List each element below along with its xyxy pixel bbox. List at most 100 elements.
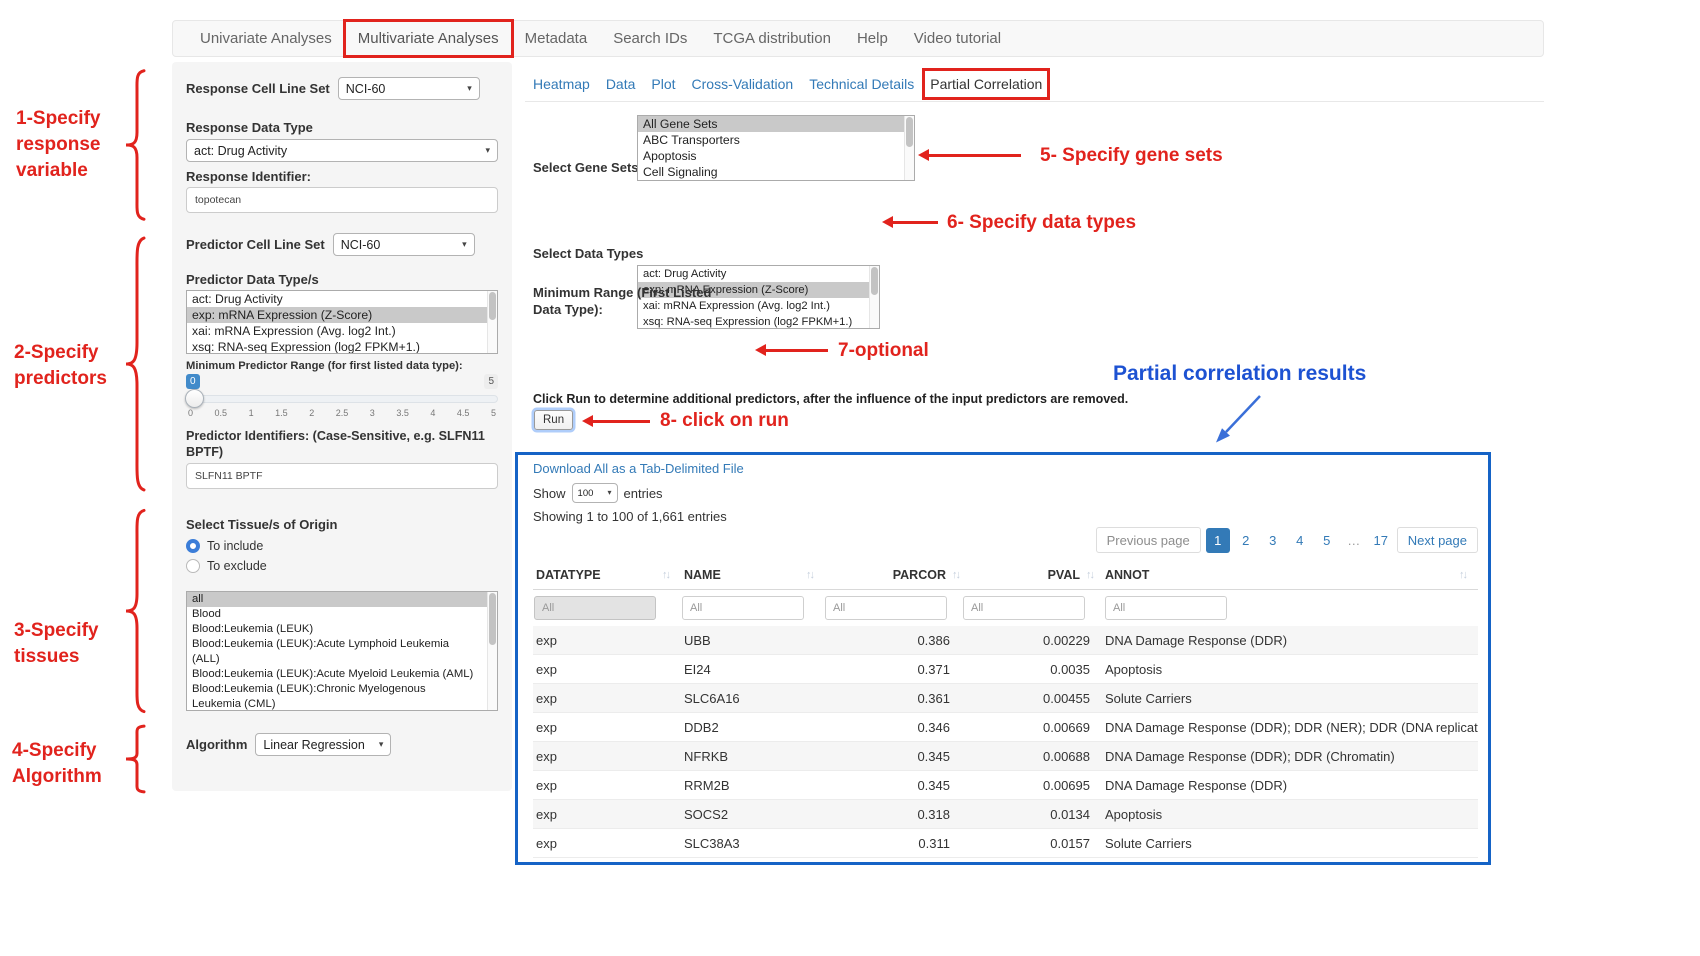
cell-pval: 0.00669	[963, 720, 1097, 735]
radio-unchecked-icon[interactable]	[186, 559, 200, 573]
nav-search-ids[interactable]: Search IDs	[600, 21, 700, 56]
pagination: Previous page 1 2 3 4 5 … 17 Next page	[1096, 527, 1478, 553]
column-header-datatype[interactable]: DATATYPE↑↓	[533, 568, 681, 582]
response-data-type-select[interactable]: act: Drug Activity ▾	[186, 139, 498, 162]
filter-datatype-input[interactable]	[534, 596, 656, 620]
tab-partial-correlation[interactable]: Partial Correlation	[930, 76, 1042, 92]
predictor-cell-line-set-select[interactable]: NCI-60 ▾	[333, 233, 475, 256]
table-row[interactable]: exp SLC38A3 0.311 0.0157 Solute Carriers	[533, 829, 1478, 858]
nav-help[interactable]: Help	[844, 21, 901, 56]
table-row[interactable]: exp RRM2B 0.345 0.00695 DNA Damage Respo…	[533, 771, 1478, 800]
response-cell-line-set-select[interactable]: NCI-60 ▾	[338, 77, 480, 100]
gene-sets-listbox[interactable]: All Gene Sets ABC Transporters Apoptosis…	[637, 115, 915, 181]
cell-name: SLC6A16	[681, 691, 825, 706]
column-header-parcor[interactable]: PARCOR↑↓	[825, 568, 963, 582]
list-option[interactable]: xsq: RNA-seq Expression (log2 FPKM+1.)	[187, 339, 497, 354]
filter-name-input[interactable]	[682, 596, 804, 620]
algorithm-select[interactable]: Linear Regression ▾	[255, 733, 391, 756]
page-button-1[interactable]: 1	[1206, 528, 1230, 553]
list-option[interactable]: Blood	[187, 607, 497, 622]
list-option[interactable]: Cell Signaling	[638, 164, 914, 180]
page-button-4[interactable]: 4	[1289, 528, 1311, 553]
slider-handle[interactable]	[185, 389, 204, 408]
next-page-button[interactable]: Next page	[1397, 527, 1478, 553]
response-identifier-input[interactable]	[186, 187, 498, 213]
cell-annot: Apoptosis	[1097, 662, 1478, 677]
sort-icon[interactable]: ↑↓	[806, 569, 813, 581]
tab-technical-details[interactable]: Technical Details	[809, 76, 914, 92]
top-navbar: Univariate Analyses Multivariate Analyse…	[172, 20, 1544, 57]
download-link[interactable]: Download All as a Tab-Delimited File	[533, 461, 744, 476]
list-option[interactable]: xai: mRNA Expression (Avg. log2 Int.)	[187, 323, 497, 339]
sort-icon[interactable]: ↑↓	[1459, 569, 1466, 581]
scrollbar[interactable]	[869, 266, 879, 328]
run-button[interactable]: Run	[534, 410, 573, 430]
table-row[interactable]: exp NFRKB 0.345 0.00688 DNA Damage Respo…	[533, 742, 1478, 771]
sort-icon[interactable]: ↑↓	[952, 569, 959, 581]
nav-multivariate-analyses[interactable]: Multivariate Analyses	[345, 21, 512, 56]
table-row[interactable]: exp UBB 0.386 0.00229 DNA Damage Respons…	[533, 626, 1478, 655]
column-header-annot[interactable]: ANNOT↑↓	[1097, 568, 1478, 582]
previous-page-button[interactable]: Previous page	[1096, 527, 1201, 553]
list-option[interactable]: Blood:Leukemia (LEUK):Acute Lymphoid Leu…	[187, 637, 497, 667]
filter-annot-input[interactable]	[1105, 596, 1227, 620]
scrollbar[interactable]	[904, 116, 914, 180]
nav-univariate-analyses[interactable]: Univariate Analyses	[187, 21, 345, 56]
list-option[interactable]: Blood:Leukemia (LEUK):Chronic Myelogenou…	[187, 682, 497, 711]
scrollbar-thumb[interactable]	[906, 117, 913, 147]
slider-track[interactable]	[186, 395, 498, 403]
sort-icon[interactable]: ↑↓	[662, 569, 669, 581]
list-option-selected[interactable]: exp: mRNA Expression (Z-Score)	[187, 307, 497, 323]
cell-parcor: 0.346	[825, 720, 963, 735]
predictor-data-types-listbox[interactable]: act: Drug Activity exp: mRNA Expression …	[186, 290, 498, 354]
entries-per-page-select[interactable]: 100 ▾	[572, 483, 618, 503]
column-header-name[interactable]: NAME↑↓	[681, 568, 825, 582]
sort-icon[interactable]: ↑↓	[1086, 569, 1093, 581]
scrollbar[interactable]	[487, 592, 497, 710]
radio-to-exclude[interactable]: To exclude	[186, 559, 498, 573]
list-option[interactable]: Blood:Leukemia (LEUK)	[187, 622, 497, 637]
predictor-identifiers-input[interactable]	[186, 463, 498, 489]
list-option[interactable]: act: Drug Activity	[187, 291, 497, 307]
list-option-selected[interactable]: All Gene Sets	[638, 116, 914, 132]
table-row[interactable]: exp SLC6A16 0.361 0.00455 Solute Carrier…	[533, 684, 1478, 713]
table-row[interactable]: exp SOCS2 0.318 0.0134 Apoptosis	[533, 800, 1478, 829]
scrollbar[interactable]	[487, 291, 497, 353]
list-option[interactable]: act: Drug Activity	[638, 266, 879, 282]
table-row[interactable]: exp EI24 0.371 0.0035 Apoptosis	[533, 655, 1478, 684]
tab-data[interactable]: Data	[606, 76, 636, 92]
tab-heatmap[interactable]: Heatmap	[533, 76, 590, 92]
nav-tcga-distribution[interactable]: TCGA distribution	[700, 21, 844, 56]
tab-cross-validation[interactable]: Cross-Validation	[692, 76, 794, 92]
nav-metadata[interactable]: Metadata	[512, 21, 601, 56]
chevron-down-icon: ▾	[485, 146, 490, 155]
list-option[interactable]: Apoptosis	[638, 148, 914, 164]
scrollbar-thumb[interactable]	[871, 267, 878, 295]
list-option[interactable]: ABC Transporters	[638, 132, 914, 148]
tick-label: 1	[249, 408, 254, 418]
page-button-17[interactable]: 17	[1370, 528, 1392, 553]
filter-parcor-input[interactable]	[825, 596, 947, 620]
data-types-label: Select Data Types	[533, 246, 643, 261]
page-button-3[interactable]: 3	[1262, 528, 1284, 553]
radio-to-include[interactable]: To include	[186, 539, 498, 553]
tabs-divider	[525, 101, 1544, 102]
table-row[interactable]: exp DDB2 0.346 0.00669 DNA Damage Respon…	[533, 713, 1478, 742]
scrollbar-thumb[interactable]	[489, 593, 496, 645]
tab-plot[interactable]: Plot	[651, 76, 675, 92]
tissue-listbox[interactable]: all Blood Blood:Leukemia (LEUK) Blood:Le…	[186, 591, 498, 711]
nav-video-tutorial[interactable]: Video tutorial	[901, 21, 1014, 56]
page-button-2[interactable]: 2	[1235, 528, 1257, 553]
results-table: DATATYPE↑↓ NAME↑↓ PARCOR↑↓ PVAL↑↓ ANNOT↑…	[533, 560, 1478, 858]
page-button-5[interactable]: 5	[1316, 528, 1338, 553]
min-predictor-range-slider[interactable]: 0 5 0 0.5 1 1.5 2 2.5 3 3.5 4 4.5 5	[186, 374, 498, 420]
radio-checked-icon[interactable]	[186, 539, 200, 553]
cell-name: SLC38A3	[681, 836, 825, 851]
cell-name: UBB	[681, 633, 825, 648]
scrollbar-thumb[interactable]	[489, 292, 496, 320]
list-option[interactable]: Blood:Leukemia (LEUK):Acute Myeloid Leuk…	[187, 667, 497, 682]
filter-pval-input[interactable]	[963, 596, 1085, 620]
list-option-selected[interactable]: all	[187, 592, 497, 607]
column-header-pval[interactable]: PVAL↑↓	[963, 568, 1097, 582]
cell-name: NFRKB	[681, 749, 825, 764]
